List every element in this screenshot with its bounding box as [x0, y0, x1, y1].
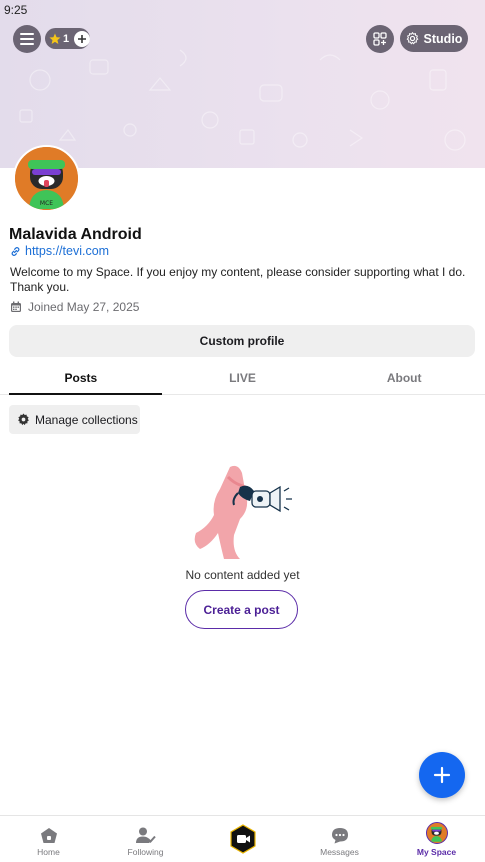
link-icon [11, 246, 20, 256]
svg-text:MCE: MCE [40, 200, 53, 207]
manage-collections-button[interactable]: Manage collections [9, 405, 140, 434]
bottom-navigation: Home Following Messages My Space [0, 815, 485, 862]
create-post-button[interactable]: Create a post [185, 590, 298, 629]
add-fab-button[interactable] [419, 752, 465, 798]
gear-icon [406, 32, 418, 45]
studio-label: Studio [423, 31, 463, 46]
apps-button[interactable] [366, 25, 394, 53]
empty-state-illustration [194, 465, 292, 559]
joined-text: Joined May 27, 2025 [28, 300, 140, 314]
custom-profile-button[interactable]: Custom profile [9, 325, 475, 357]
profile-tabs: Posts LIVE About [0, 362, 485, 395]
status-time: 9:25 [4, 3, 28, 17]
tab-live[interactable]: LIVE [162, 362, 324, 394]
plus-icon [433, 766, 451, 784]
tab-posts[interactable]: Posts [0, 362, 162, 395]
manage-collections-label: Manage collections [35, 412, 138, 427]
nav-following-label: Following [127, 847, 164, 857]
empty-state-message: No content added yet [185, 568, 300, 582]
profile-website-link[interactable]: https://tevi.com [10, 244, 109, 258]
star-icon [49, 33, 61, 44]
following-icon [135, 827, 156, 843]
avatar-image: MCE [15, 147, 78, 210]
add-coins-icon[interactable] [74, 30, 90, 47]
coin-balance-pill[interactable]: 1 [45, 28, 90, 49]
profile-link-text[interactable]: https://tevi.com [25, 244, 109, 258]
joined-date: Joined May 27, 2025 [10, 300, 139, 314]
menu-button[interactable] [13, 25, 41, 53]
messages-icon [331, 828, 348, 844]
nav-messages[interactable]: Messages [291, 816, 388, 862]
home-icon [40, 828, 57, 843]
calendar-icon [11, 301, 21, 312]
nav-live[interactable] [194, 816, 291, 862]
coin-count: 1 [62, 32, 70, 45]
profile-page: 9:25 1 Studio MCE Malavida Android https… [0, 0, 485, 862]
profile-avatar[interactable]: MCE [13, 145, 80, 212]
avatar [425, 822, 448, 844]
studio-button[interactable]: Studio [400, 25, 468, 52]
nav-my-space-label: My Space [416, 847, 457, 857]
nav-my-space[interactable]: My Space [388, 816, 485, 862]
nav-messages-label: Messages [320, 847, 359, 857]
profile-name: Malavida Android [9, 226, 142, 243]
tab-about[interactable]: About [323, 362, 485, 394]
gear-icon [18, 413, 29, 426]
hamburger-icon [20, 33, 34, 45]
nav-home[interactable]: Home [0, 816, 97, 862]
nav-following[interactable]: Following [97, 816, 194, 862]
apps-grid-icon [373, 32, 387, 46]
profile-banner: 9:25 1 Studio [0, 0, 485, 168]
live-camera-icon [229, 824, 256, 854]
profile-bio: Welcome to my Space. If you enjoy my con… [10, 265, 466, 294]
nav-home-label: Home [37, 847, 60, 857]
